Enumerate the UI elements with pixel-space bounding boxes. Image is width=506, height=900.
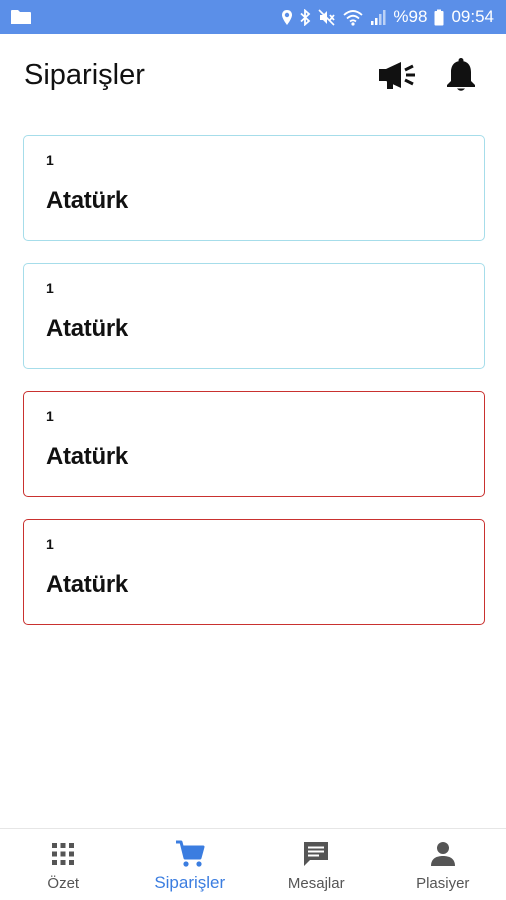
location-icon (282, 9, 293, 25)
cart-icon (175, 839, 205, 869)
message-icon (301, 839, 331, 869)
status-left (10, 9, 32, 25)
nav-item-siparisler[interactable]: Siparişler (127, 829, 254, 900)
order-number: 1 (46, 280, 54, 296)
nav-item-ozet[interactable]: Özet (0, 829, 127, 900)
announcements-button[interactable] (376, 54, 418, 96)
bluetooth-icon (300, 8, 311, 26)
signal-icon (371, 9, 386, 25)
wifi-icon (343, 9, 364, 26)
nav-label: Siparişler (154, 873, 226, 892)
notifications-button[interactable] (440, 54, 482, 96)
mute-icon (318, 8, 336, 26)
person-icon (428, 839, 458, 869)
folder-icon (11, 10, 31, 24)
order-customer-name: Atatürk (46, 187, 128, 214)
status-bar: %98 09:54 (0, 0, 506, 34)
order-card[interactable]: 1 Atatürk (23, 391, 485, 497)
megaphone-icon (379, 62, 415, 89)
page-title: Siparişler (24, 58, 145, 91)
orders-list: 1 Atatürk 1 Atatürk 1 Atatürk 1 Atatürk (23, 135, 485, 625)
nav-label: Özet (47, 875, 80, 892)
order-number: 1 (46, 408, 54, 424)
status-right: %98 09:54 (281, 7, 494, 27)
order-card[interactable]: 1 Atatürk (23, 519, 485, 625)
order-number: 1 (46, 152, 54, 168)
order-customer-name: Atatürk (46, 315, 128, 342)
order-customer-name: Atatürk (46, 443, 128, 470)
header-actions (376, 54, 482, 96)
order-customer-name: Atatürk (46, 571, 128, 598)
order-card[interactable]: 1 Atatürk (23, 263, 485, 369)
order-number: 1 (46, 536, 54, 552)
bell-icon (447, 58, 475, 91)
battery-icon (434, 9, 444, 25)
app-header: Siparişler (0, 34, 506, 116)
bottom-nav: Özet Siparişler Mesajlar Plasiyer (0, 828, 506, 900)
nav-item-mesajlar[interactable]: Mesajlar (253, 829, 380, 900)
battery-percent: %98 (393, 7, 428, 26)
nav-label: Mesajlar (287, 875, 345, 892)
order-card[interactable]: 1 Atatürk (23, 135, 485, 241)
clock: 09:54 (451, 7, 494, 26)
grid-icon (48, 839, 78, 869)
nav-label: Plasiyer (416, 875, 470, 892)
nav-item-plasiyer[interactable]: Plasiyer (380, 829, 506, 900)
